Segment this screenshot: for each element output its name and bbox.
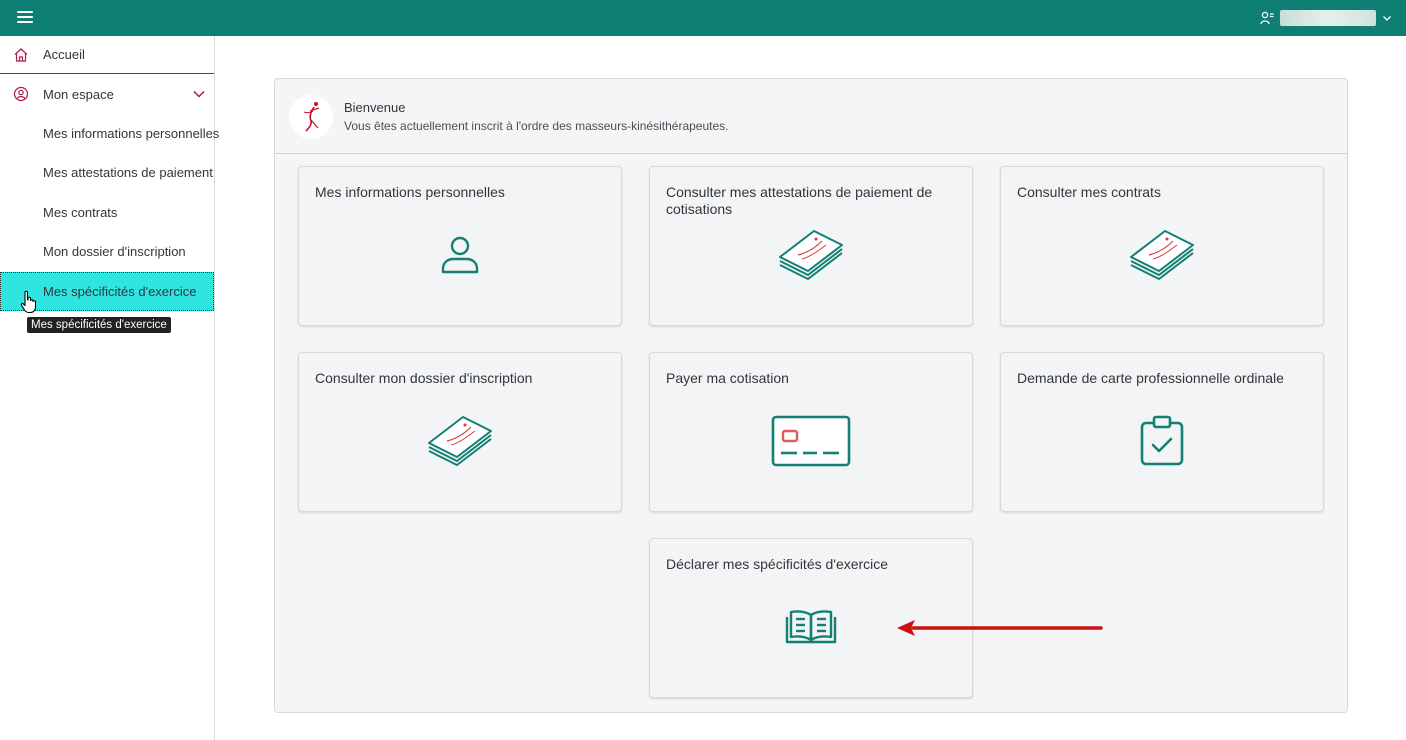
user-circle-icon <box>13 86 29 102</box>
person-icon <box>441 236 479 274</box>
tile-title: Payer ma cotisation <box>666 370 789 386</box>
sidebar-item-label: Mon espace <box>43 86 114 102</box>
home-icon <box>14 47 28 62</box>
tile-title: Demande de carte professionnelle ordinal… <box>1017 370 1284 386</box>
chevron-down-icon[interactable] <box>192 87 206 101</box>
tile-title: Consulter mes attestations de paiement d… <box>666 184 933 217</box>
user-settings-icon <box>1260 11 1274 25</box>
tile-attestations[interactable]: Consulter mes attestations de paiement d… <box>649 166 973 326</box>
sidebar-item-contrats[interactable]: Mes contrats <box>0 193 214 232</box>
top-bar <box>0 0 1406 36</box>
hand-cursor-icon <box>20 290 37 314</box>
tile-title: Déclarer mes spécificités d'exercice <box>666 556 889 572</box>
annotation-arrow-icon <box>897 620 1103 636</box>
sidebar-item-informations[interactable]: Mes informations personnelles <box>0 114 219 153</box>
sidebar-item-attestations[interactable]: Mes attestations de paiement <box>0 153 214 192</box>
ordre-logo <box>289 95 333 139</box>
sidebar-item-label: Mes informations personnelles <box>43 126 220 141</box>
user-menu[interactable] <box>1260 9 1392 27</box>
documents-stack-icon <box>779 230 843 280</box>
sidebar: Accueil Mon espace Mes informations pers… <box>0 36 219 740</box>
sidebar-item-label: Accueil <box>43 47 85 62</box>
sidebar-item-mon-espace[interactable]: Mon espace <box>0 75 214 113</box>
tooltip: Mes spécificités d'exercice <box>27 317 171 333</box>
clipboard-check-icon <box>1140 415 1184 466</box>
tile-title: Mes informations personnelles <box>315 184 505 200</box>
sidebar-item-label: Mes spécificités d'exercice <box>43 284 197 299</box>
chevron-down-icon <box>1383 16 1391 21</box>
documents-stack-icon <box>428 416 492 466</box>
tile-title: Consulter mes contrats <box>1017 184 1161 200</box>
welcome-title: Bienvenue <box>344 100 406 115</box>
welcome-subtitle: Vous êtes actuellement inscrit à l'ordre… <box>344 119 729 133</box>
open-book-icon <box>785 610 837 644</box>
hamburger-icon[interactable] <box>17 11 33 25</box>
tile-informations-personnelles[interactable]: Mes informations personnelles <box>298 166 622 326</box>
tile-title: Consulter mon dossier d'inscription <box>315 370 533 386</box>
sidebar-item-label: Mes contrats <box>43 205 118 220</box>
user-name <box>1280 10 1376 26</box>
documents-stack-icon <box>1130 230 1194 280</box>
welcome-header: Bienvenue Vous êtes actuellement inscrit… <box>275 79 1347 154</box>
sidebar-item-accueil[interactable]: Accueil <box>0 36 214 74</box>
tile-dossier-inscription[interactable]: Consulter mon dossier d'inscription <box>298 352 622 512</box>
sidebar-item-label: Mes attestations de paiement <box>43 165 213 180</box>
sidebar-item-dossier[interactable]: Mon dossier d'inscription <box>0 232 214 271</box>
credit-card-icon <box>771 415 851 467</box>
kine-figure-icon <box>303 102 320 132</box>
tile-contrats[interactable]: Consulter mes contrats <box>1000 166 1324 326</box>
tile-payer-cotisation[interactable]: Payer ma cotisation <box>649 352 973 512</box>
sidebar-item-label: Mon dossier d'inscription <box>43 244 186 259</box>
tile-carte-professionnelle[interactable]: Demande de carte professionnelle ordinal… <box>1000 352 1324 512</box>
